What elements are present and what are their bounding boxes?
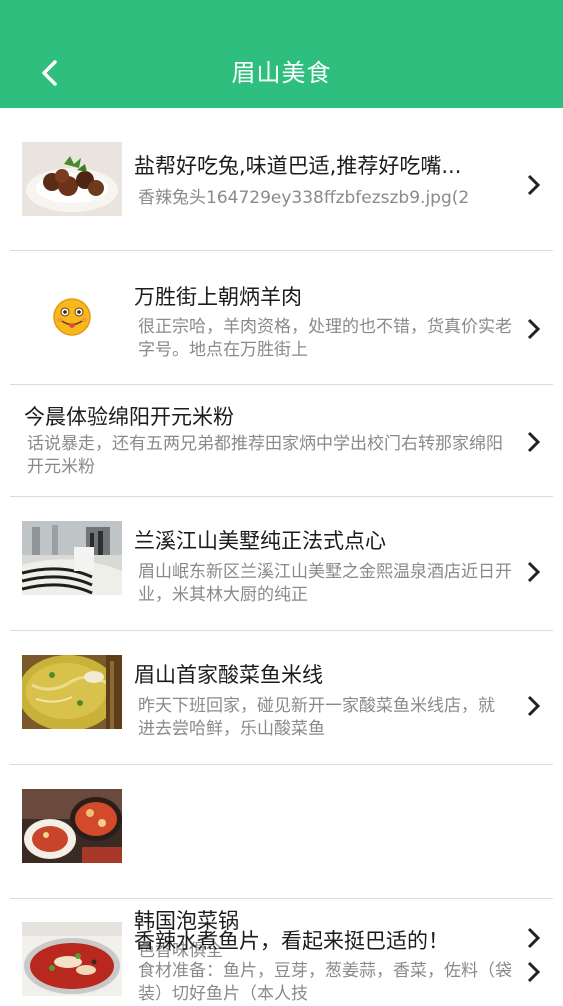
item-description: 眉山岷东新区兰溪江山美墅之金熙温泉酒店近日开业，米其林大厨的纯正 bbox=[138, 562, 512, 605]
chevron-right-icon bbox=[524, 173, 544, 197]
spicy-rabbit-thumbnail bbox=[22, 142, 122, 216]
app-header: 眉山美食 bbox=[0, 0, 563, 108]
list-item[interactable]: 韩国泡菜锅 色香味俱全 bbox=[0, 765, 563, 961]
chevron-right-icon bbox=[524, 960, 544, 984]
kimchi-pot-thumbnail bbox=[22, 789, 122, 863]
item-title: 盐帮好吃兔,味道巴适,推荐好吃嘴... bbox=[134, 154, 462, 178]
chevron-right-icon bbox=[524, 560, 544, 584]
boiled-fish-thumbnail bbox=[22, 922, 122, 996]
item-description: 话说暴走，还有五两兄弟都推荐田家炳中学出校门右转那家绵阳开元米粉 bbox=[27, 434, 503, 477]
chevron-right-icon bbox=[524, 317, 544, 341]
pickled-fish-noodle-thumbnail bbox=[22, 655, 122, 729]
tongue-out-emoji-thumbnail bbox=[22, 280, 122, 354]
hotel-lobby-thumbnail bbox=[22, 521, 122, 595]
page-title: 眉山美食 bbox=[231, 59, 332, 87]
chevron-right-icon bbox=[524, 430, 544, 454]
item-title: 兰溪江山美墅纯正法式点心 bbox=[134, 529, 386, 553]
item-description: 很正宗哈，羊肉资格，处理的也不错，货真价实老字号。地点在万胜街上 bbox=[138, 317, 512, 360]
chevron-right-icon bbox=[524, 694, 544, 718]
item-title: 香辣水煮鱼片，看起来挺巴适的！ bbox=[134, 929, 449, 953]
list-item[interactable]: 万胜街上朝炳羊肉 很正宗哈，羊肉资格，处理的也不错，货真价实老字号。地点在万胜街… bbox=[0, 251, 563, 384]
item-description: 昨天下班回家，碰见新开一家酸菜鱼米线店，就进去尝哈鲜，乐山酸菜鱼 bbox=[138, 696, 495, 739]
item-description: 香辣兔头164729ey338ffzbfezszb9.jpg(2 bbox=[138, 188, 470, 208]
item-title: 今晨体验绵阳开元米粉 bbox=[24, 405, 234, 429]
item-title: 万胜街上朝炳羊肉 bbox=[134, 285, 302, 309]
list-item[interactable]: 香辣水煮鱼片，看起来挺巴适的！ 食材准备：鱼片，豆芽，葱姜蒜，香菜，佐料（袋装）… bbox=[0, 899, 563, 1004]
list-item[interactable]: 盐帮好吃兔,味道巴适,推荐好吃嘴... 香辣兔头164729ey338ffzbf… bbox=[0, 108, 563, 250]
list-item[interactable]: 今晨体验绵阳开元米粉 话说暴走，还有五两兄弟都推荐田家炳中学出校门右转那家绵阳开… bbox=[0, 385, 563, 496]
list-item[interactable]: 兰溪江山美墅纯正法式点心 眉山岷东新区兰溪江山美墅之金熙温泉酒店近日开业，米其林… bbox=[0, 497, 563, 630]
item-description: 食材准备：鱼片，豆芽，葱姜蒜，香菜，佐料（袋装）切好鱼片（本人技 bbox=[138, 961, 512, 1004]
list-item[interactable]: 眉山首家酸菜鱼米线 昨天下班回家，碰见新开一家酸菜鱼米线店，就进去尝哈鲜，乐山酸… bbox=[0, 631, 563, 764]
item-title: 眉山首家酸菜鱼米线 bbox=[134, 663, 323, 687]
